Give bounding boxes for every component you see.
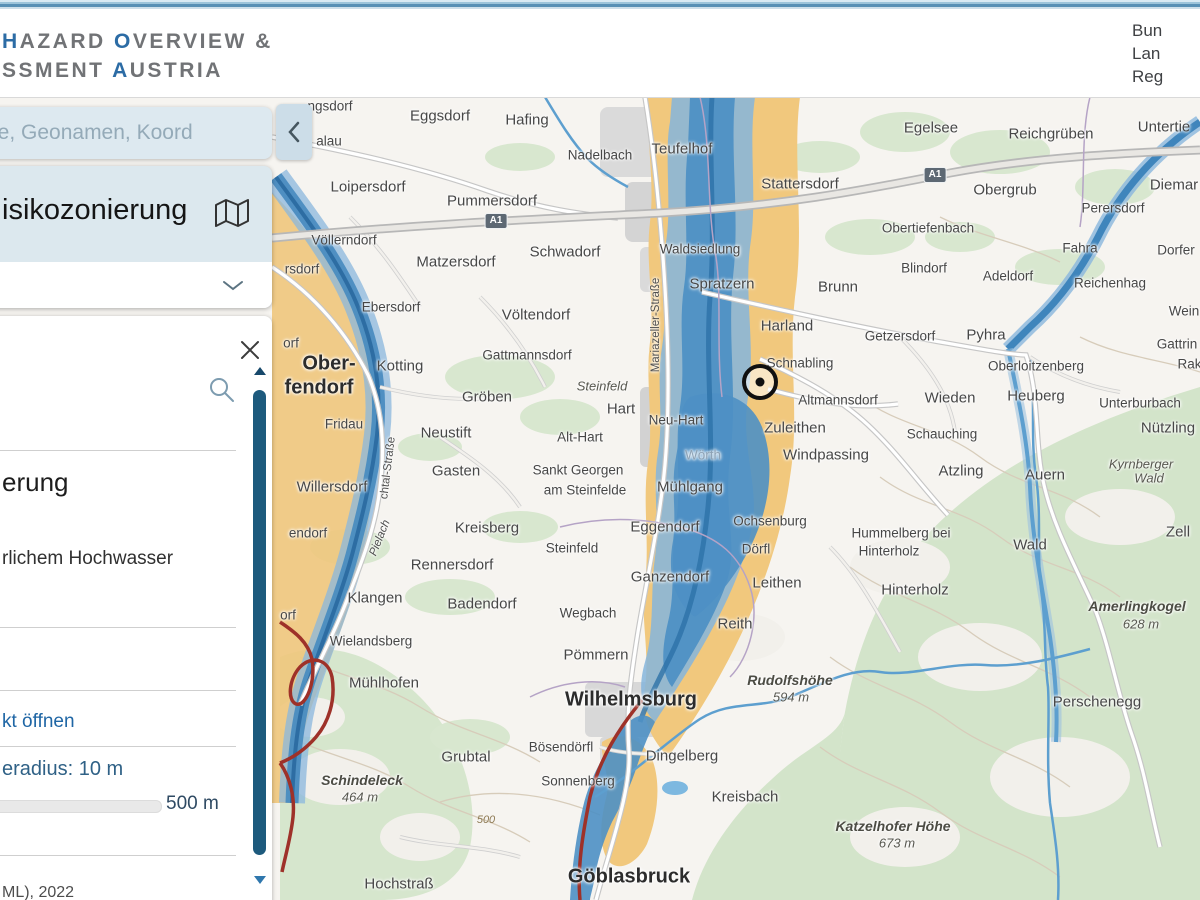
search-input[interactable]: le, Geonamen, Koord <box>0 107 272 159</box>
divider <box>0 450 236 451</box>
close-icon <box>239 339 261 361</box>
panel-search-button[interactable] <box>208 376 236 409</box>
layer-expand-row[interactable] <box>0 262 272 308</box>
hora-logo: HAZARD OVERVIEW & SSMENT AUSTRIA <box>2 27 273 85</box>
ministry-line: Reg <box>1132 65 1200 88</box>
map-marker <box>742 364 778 400</box>
layer-title: isikozonierung <box>2 194 187 227</box>
divider <box>0 627 236 628</box>
radius-slider[interactable] <box>0 800 162 813</box>
chevron-left-icon <box>287 121 301 143</box>
ministry-logo: Bun Lan Reg <box>1130 19 1200 88</box>
open-link[interactable]: kt öffnen <box>2 711 75 733</box>
divider <box>0 746 236 747</box>
result-heading: erung <box>2 467 69 498</box>
radius-label: eradius: 10 m <box>2 758 123 781</box>
sidebar-collapse-button[interactable] <box>276 104 312 160</box>
scrollbar-thumb[interactable] <box>253 390 266 855</box>
result-body-text: rlichem Hochwasser <box>2 548 173 570</box>
search-icon <box>208 376 236 404</box>
app-header: HAZARD OVERVIEW & SSMENT AUSTRIA Bun Lan… <box>0 9 1200 98</box>
layer-select-panel: isikozonierung <box>0 166 272 308</box>
layer-select-header[interactable]: isikozonierung <box>0 166 272 262</box>
search-placeholder: le, Geonamen, Koord <box>0 121 193 145</box>
map-icon <box>214 198 250 233</box>
scrollbar-up-arrow[interactable] <box>254 367 266 375</box>
ministry-line: Bun <box>1132 19 1200 42</box>
divider <box>0 855 236 856</box>
result-panel: erung rlichem Hochwasser kt öffnen eradi… <box>0 316 272 900</box>
ministry-line: Lan <box>1132 42 1200 65</box>
slider-max-label: 500 m <box>166 793 219 815</box>
hora-app: ngsdorfEggsdorfHafingalauNadelbachTeufel… <box>0 0 1200 900</box>
attribution-text: ML), 2022 <box>2 884 74 900</box>
close-button[interactable] <box>239 339 261 361</box>
chevron-down-icon <box>222 280 244 292</box>
top-accent-bar <box>0 0 1200 9</box>
divider <box>0 690 236 691</box>
scrollbar-down-arrow[interactable] <box>254 876 266 884</box>
